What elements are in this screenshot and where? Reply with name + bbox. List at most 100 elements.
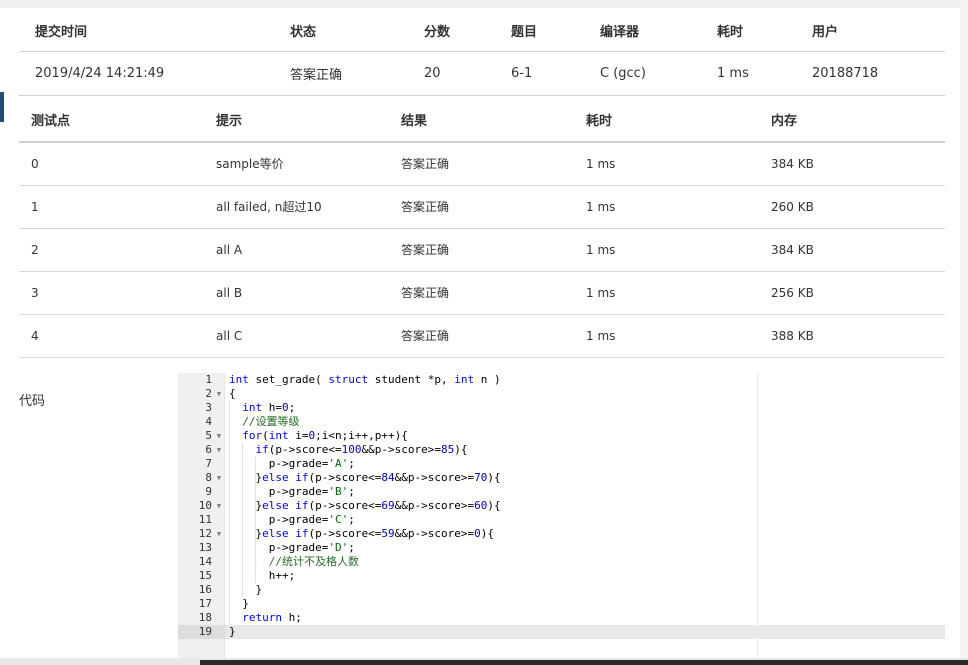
case-time: 1 ms xyxy=(574,185,759,229)
user-id: 20188718 xyxy=(796,51,945,96)
case-id: 1 xyxy=(19,185,204,229)
case-time: 1 ms xyxy=(574,271,759,315)
header-elapsed: 耗时 xyxy=(701,10,796,52)
code-line[interactable]: 3 int h=0; xyxy=(178,401,945,415)
summary-header-row: 提交时间 状态 分数 题目 编译器 耗时 用户 xyxy=(19,10,945,52)
case-memory: 388 KB xyxy=(759,314,945,358)
code-line[interactable]: 8 ▼ }else if(p->score<=84&&p->score>=70){ xyxy=(178,471,945,485)
code-line[interactable]: 18 return h; xyxy=(178,611,945,625)
code-text: h++; xyxy=(229,569,296,582)
code-text: int h=0; xyxy=(242,401,296,414)
background-accent xyxy=(0,92,4,122)
table-row: 3 all B 答案正确 1 ms 256 KB xyxy=(19,271,945,315)
table-row: 4 all C 答案正确 1 ms 388 KB xyxy=(19,314,945,358)
code-text: for(int i=0;i<n;i++,p++){ xyxy=(242,429,408,442)
header-test-point: 测试点 xyxy=(19,98,204,143)
code-text: } xyxy=(229,625,236,638)
code-line[interactable]: 1 int set_grade( struct student *p, int n… xyxy=(178,373,945,387)
header-problem: 题目 xyxy=(495,10,584,52)
code-text: p->grade='B'; xyxy=(229,485,355,498)
case-memory: 384 KB xyxy=(759,228,945,272)
case-result: 答案正确 xyxy=(389,314,574,358)
case-time: 1 ms xyxy=(574,228,759,272)
code-text: return h; xyxy=(242,611,302,624)
fold-arrow-icon[interactable]: ▼ xyxy=(215,499,223,513)
header-compiler: 编译器 xyxy=(584,10,701,52)
code-line[interactable]: 12 ▼ }else if(p->score<=59&&p->score>=0){ xyxy=(178,527,945,541)
line-number: 12 xyxy=(198,527,212,540)
line-number: 3 xyxy=(205,401,212,414)
case-id: 2 xyxy=(19,228,204,272)
code-text: if(p->score<=100&&p->score>=85){ xyxy=(255,443,468,456)
code-line[interactable]: 9 p->grade='B'; xyxy=(178,485,945,499)
line-number: 16 xyxy=(198,583,212,596)
case-time: 1 ms xyxy=(574,142,759,186)
line-number: 17 xyxy=(198,597,212,610)
compiler: C (gcc) xyxy=(584,51,701,96)
code-line[interactable]: 17 } xyxy=(178,597,945,611)
code-text: p->grade='D'; xyxy=(229,541,355,554)
table-row: 1 all failed, n超过10 答案正确 1 ms 260 KB xyxy=(19,185,945,229)
status-badge: 答案正确 xyxy=(274,51,408,96)
code-line[interactable]: 5 ▼ for(int i=0;i<n;i++,p++){ xyxy=(178,429,945,443)
code-text: }else if(p->score<=69&&p->score>=60){ xyxy=(229,499,501,512)
header-status: 状态 xyxy=(274,10,408,52)
header-score: 分数 xyxy=(408,10,495,52)
score: 20 xyxy=(408,51,495,96)
header-hint: 提示 xyxy=(204,98,389,143)
line-number: 4 xyxy=(205,415,212,428)
table-row: 0 sample等价 答案正确 1 ms 384 KB xyxy=(19,142,945,186)
code-line[interactable]: 19} xyxy=(178,625,945,639)
code-line[interactable]: 2 ▼ { xyxy=(178,387,945,401)
code-text: //统计不及格人数 xyxy=(268,555,359,568)
code-line[interactable]: 14 //统计不及格人数 xyxy=(178,555,945,569)
fold-arrow-icon[interactable]: ▼ xyxy=(215,471,223,485)
code-text: }else if(p->score<=59&&p->score>=0){ xyxy=(229,527,494,540)
code-line[interactable]: 10 ▼ }else if(p->score<=69&&p->score>=60)… xyxy=(178,499,945,513)
code-text: p->grade='C'; xyxy=(229,513,355,526)
table-row: 2 all A 答案正确 1 ms 384 KB xyxy=(19,228,945,272)
elapsed-time: 1 ms xyxy=(701,51,796,96)
line-number: 18 xyxy=(198,611,212,624)
fold-arrow-icon[interactable]: ▼ xyxy=(215,387,223,401)
case-hint: all A xyxy=(204,228,389,272)
window-top-edge xyxy=(0,0,968,8)
code-text: } xyxy=(229,583,263,596)
code-text: p->grade='A'; xyxy=(229,457,355,470)
code-line[interactable]: 16 } xyxy=(178,583,945,597)
line-number: 11 xyxy=(198,513,212,526)
test-cases-table: 测试点 提示 结果 耗时 内存 0 sample等价 答案正确 1 ms 384… xyxy=(19,98,945,358)
line-number: 1 xyxy=(205,373,212,386)
case-id: 0 xyxy=(19,142,204,186)
problem-link[interactable]: 6-1 xyxy=(495,51,584,96)
case-result: 答案正确 xyxy=(389,142,574,186)
case-hint: all B xyxy=(204,271,389,315)
line-number: 14 xyxy=(198,555,212,568)
case-id: 4 xyxy=(19,314,204,358)
code-section-label: 代码 xyxy=(19,394,46,409)
code-line[interactable]: 7 p->grade='A'; xyxy=(178,457,945,471)
fold-arrow-icon[interactable]: ▼ xyxy=(215,527,223,541)
indent-guide xyxy=(242,443,244,597)
case-result: 答案正确 xyxy=(389,271,574,315)
code-line[interactable]: 6 ▼ if(p->score<=100&&p->score>=85){ xyxy=(178,443,945,457)
line-number: 19 xyxy=(198,625,212,638)
case-memory: 260 KB xyxy=(759,185,945,229)
code-line[interactable]: 11 p->grade='C'; xyxy=(178,513,945,527)
line-number: 8 xyxy=(205,471,212,484)
submit-time: 2019/4/24 14:21:49 xyxy=(19,51,274,96)
header-user: 用户 xyxy=(796,10,945,52)
cases-header-row: 测试点 提示 结果 耗时 内存 xyxy=(19,98,945,143)
code-editor[interactable]: 1 int set_grade( struct student *p, int n… xyxy=(178,373,945,658)
code-line[interactable]: 4 //设置等级 xyxy=(178,415,945,429)
indent-guide xyxy=(255,457,257,583)
code-text: //设置等级 xyxy=(242,415,300,428)
indent-guide xyxy=(229,401,230,625)
header-submit-time: 提交时间 xyxy=(19,10,274,52)
fold-arrow-icon[interactable]: ▼ xyxy=(215,443,223,457)
fold-arrow-icon[interactable]: ▼ xyxy=(215,429,223,443)
code-line[interactable]: 15 h++; xyxy=(178,569,945,583)
code-line[interactable]: 13 p->grade='D'; xyxy=(178,541,945,555)
case-result: 答案正确 xyxy=(389,228,574,272)
code-text: }else if(p->score<=84&&p->score>=70){ xyxy=(229,471,501,484)
